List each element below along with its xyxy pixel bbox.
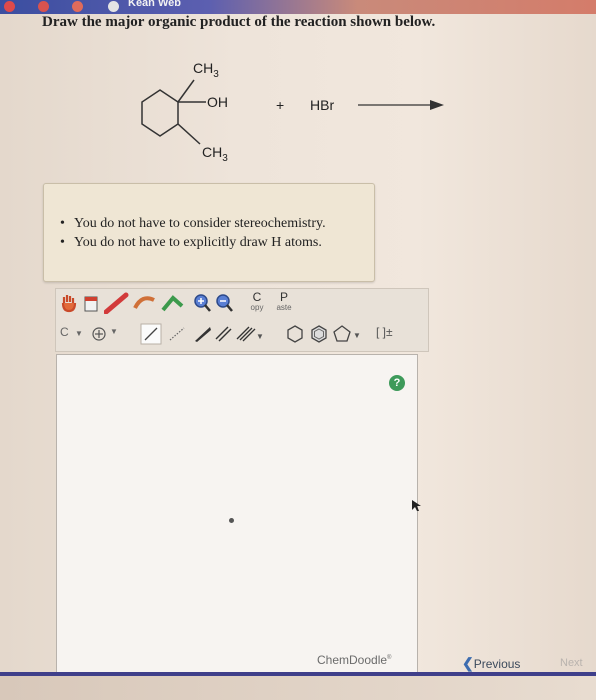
chevron-left-icon: ❮ bbox=[462, 655, 474, 671]
ch3-top-label: CH3 bbox=[193, 60, 219, 80]
plus-sign: + bbox=[276, 97, 284, 113]
hint-item: • You do not have to explicitly draw H at… bbox=[60, 235, 322, 250]
hint-box: • You do not have to consider stereochemi… bbox=[43, 183, 375, 282]
reagent-label: HBr bbox=[310, 97, 334, 113]
chevron-down-icon: ▼ bbox=[256, 332, 264, 341]
double-bond-icon[interactable] bbox=[212, 323, 234, 345]
hint-item: • You do not have to consider stereochemi… bbox=[60, 216, 326, 231]
bracket-charge-button[interactable]: [ ]± bbox=[376, 325, 393, 339]
charge-selector[interactable]: ▼ bbox=[92, 325, 128, 343]
hint-list: • You do not have to consider stereochemi… bbox=[60, 214, 326, 252]
chevron-down-icon: ▼ bbox=[353, 331, 361, 340]
reaction-arrow-head bbox=[430, 100, 444, 110]
bottom-stripe bbox=[0, 672, 596, 676]
cursor-arrow-icon bbox=[412, 500, 421, 511]
cyclohexane-icon[interactable] bbox=[284, 323, 306, 345]
benzene-icon[interactable] bbox=[308, 323, 330, 345]
bottom-bar bbox=[0, 672, 596, 700]
paste-button[interactable]: P aste bbox=[272, 291, 296, 312]
bullet: • bbox=[60, 235, 65, 250]
chevron-down-icon: ▼ bbox=[110, 327, 118, 336]
eraser-icon[interactable] bbox=[82, 293, 100, 313]
oh-label: OH bbox=[207, 94, 228, 110]
zoom-out-icon[interactable] bbox=[214, 293, 234, 313]
reaction-scheme: CH3 OH CH3 + HBr bbox=[141, 60, 444, 164]
cyclopentane-icon[interactable]: ▼ bbox=[332, 323, 362, 345]
hand-icon[interactable] bbox=[60, 293, 78, 313]
hashed-bond-icon[interactable] bbox=[166, 323, 188, 345]
lasso-icon[interactable] bbox=[132, 292, 158, 314]
bullet: • bbox=[60, 216, 65, 231]
drawing-canvas[interactable]: ? ChemDoodle® bbox=[56, 354, 421, 674]
canvas-point bbox=[229, 518, 234, 523]
chevron-down-icon: ▼ bbox=[75, 329, 83, 338]
previous-button[interactable]: ❮Previous bbox=[462, 655, 520, 672]
bond-ch3-bottom bbox=[177, 123, 201, 145]
next-button[interactable]: Next bbox=[560, 657, 583, 669]
pencil-icon[interactable] bbox=[104, 292, 130, 314]
triple-bond-icon[interactable]: ▼ bbox=[234, 323, 264, 345]
plus-charge-icon bbox=[92, 327, 106, 341]
chemdoodle-toolbar: C opy P aste C ▼ ▼ ▼ ▼ []± bbox=[55, 288, 429, 352]
help-icon[interactable]: ? bbox=[389, 375, 405, 391]
bond-ch3-top bbox=[177, 79, 195, 103]
select-icon[interactable] bbox=[160, 292, 186, 314]
chemdoodle-brand: ChemDoodle® bbox=[317, 653, 392, 667]
zoom-in-icon[interactable] bbox=[192, 293, 212, 313]
single-bond-icon[interactable] bbox=[140, 323, 162, 345]
wedge-bond-icon[interactable] bbox=[192, 323, 214, 345]
copy-button[interactable]: C opy bbox=[246, 291, 268, 312]
ch3-bottom-label: CH3 bbox=[202, 144, 228, 164]
cyclohexane-ring bbox=[141, 89, 179, 137]
element-selector[interactable]: C ▼ bbox=[60, 325, 86, 343]
